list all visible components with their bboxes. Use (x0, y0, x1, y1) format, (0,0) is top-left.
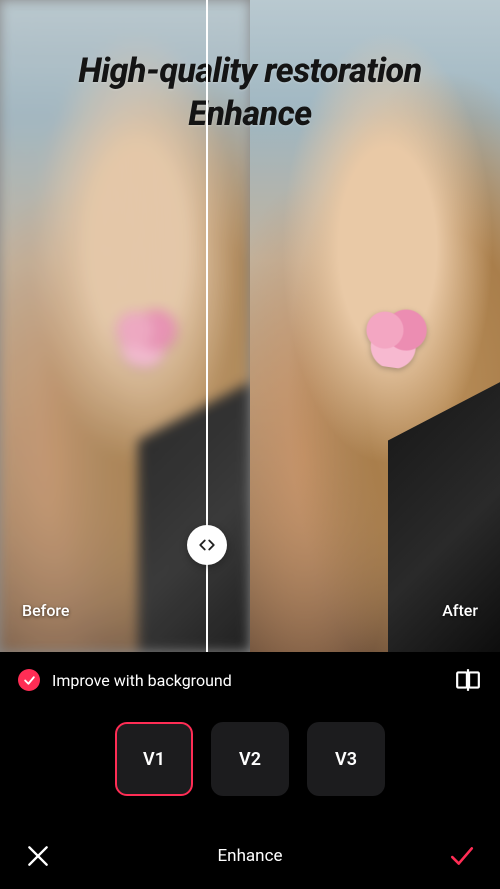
version-label: V3 (335, 749, 357, 770)
preview-after-side (250, 0, 500, 652)
compare-split-button[interactable] (454, 666, 482, 694)
version-option-v1[interactable]: V1 (115, 722, 193, 796)
check-icon (449, 843, 475, 869)
drag-horizontal-icon (198, 536, 216, 554)
checkmark-badge-icon (18, 669, 40, 691)
version-label: V2 (239, 749, 261, 770)
comparison-slider-handle[interactable] (187, 525, 227, 565)
confirm-button[interactable] (446, 840, 478, 872)
bottom-bar: Enhance (0, 823, 500, 889)
version-selector: V1 V2 V3 (0, 722, 500, 796)
close-icon (25, 843, 51, 869)
version-label: V1 (143, 749, 165, 770)
tool-title: Enhance (0, 846, 500, 866)
cancel-button[interactable] (22, 840, 54, 872)
controls-panel: Improve with background V1 V2 V3 (0, 652, 500, 889)
version-option-v3[interactable]: V3 (307, 722, 385, 796)
version-option-v2[interactable]: V2 (211, 722, 289, 796)
compare-split-icon (455, 667, 481, 693)
improve-with-background-label: Improve with background (52, 671, 232, 690)
image-preview: High-quality restoration Enhance Before … (0, 0, 500, 652)
improve-with-background-toggle[interactable]: Improve with background (18, 669, 232, 691)
